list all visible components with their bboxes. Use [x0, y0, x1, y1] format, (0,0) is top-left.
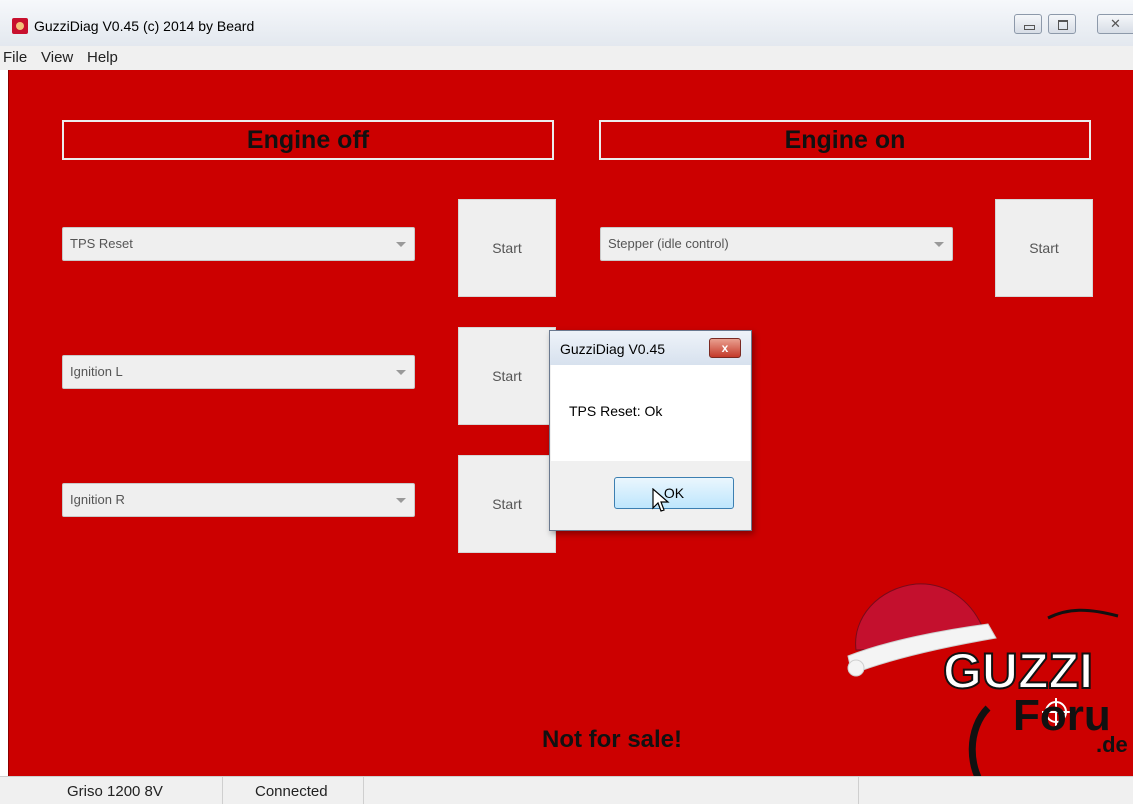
select-value: TPS Reset	[70, 236, 133, 251]
select-value: Ignition R	[70, 492, 125, 507]
menu-file[interactable]: File	[3, 49, 27, 66]
ignition-l-select[interactable]: Ignition L	[62, 355, 415, 389]
dialog-title-bar: GuzziDiag V0.45 x	[550, 331, 751, 365]
select-value: Stepper (idle control)	[608, 236, 729, 251]
guzzi-forum-logo: GUZZI Foru .de	[847, 583, 1128, 796]
minimize-button[interactable]	[1014, 14, 1042, 34]
stepper-select[interactable]: Stepper (idle control)	[600, 227, 953, 261]
dropdown-arrow-icon	[934, 242, 944, 247]
dropdown-arrow-icon	[396, 242, 406, 247]
ok-button[interactable]: OK	[614, 477, 734, 509]
start-button-ignition-l[interactable]: Start	[458, 327, 556, 425]
dropdown-arrow-icon	[396, 498, 406, 503]
menu-view[interactable]: View	[41, 49, 73, 66]
logo-text-de: .de	[1096, 732, 1128, 757]
close-window-button[interactable]	[1097, 14, 1133, 34]
select-value: Ignition L	[70, 364, 123, 379]
dialog-title: GuzziDiag V0.45	[560, 341, 666, 357]
engine-off-title: Engine off	[62, 120, 554, 160]
tps-reset-select[interactable]: TPS Reset	[62, 227, 415, 261]
title-bar: GuzziDiag V0.45 (c) 2014 by Beard	[0, 0, 1133, 46]
message-dialog: GuzziDiag V0.45 x TPS Reset: Ok OK	[549, 330, 752, 531]
status-cell-empty	[363, 777, 859, 804]
maximize-button[interactable]	[1048, 14, 1076, 34]
menu-help[interactable]: Help	[87, 49, 118, 66]
start-button-ignition-r[interactable]: Start	[458, 455, 556, 553]
dialog-body: TPS Reset: Ok	[551, 365, 750, 461]
menu-bar: File View Help	[0, 46, 1133, 70]
status-cell-connection: Connected	[222, 777, 364, 804]
mouse-cursor-icon	[652, 488, 670, 512]
status-cell-model: Griso 1200 8V	[0, 777, 223, 804]
dialog-close-button[interactable]: x	[709, 338, 741, 358]
not-for-sale-label: Not for sale!	[542, 726, 683, 753]
app-icon	[12, 18, 28, 34]
status-bar: Griso 1200 8V Connected	[0, 776, 1133, 804]
start-button-stepper[interactable]: Start	[995, 199, 1093, 297]
start-button-tps-reset[interactable]: Start	[458, 199, 556, 297]
status-model: Griso 1200 8V	[67, 783, 163, 800]
dialog-message: TPS Reset: Ok	[569, 403, 663, 419]
ignition-r-select[interactable]: Ignition R	[62, 483, 415, 517]
status-connection: Connected	[255, 783, 328, 800]
dropdown-arrow-icon	[396, 370, 406, 375]
engine-on-title: Engine on	[599, 120, 1091, 160]
window-title: GuzziDiag V0.45 (c) 2014 by Beard	[34, 18, 255, 34]
